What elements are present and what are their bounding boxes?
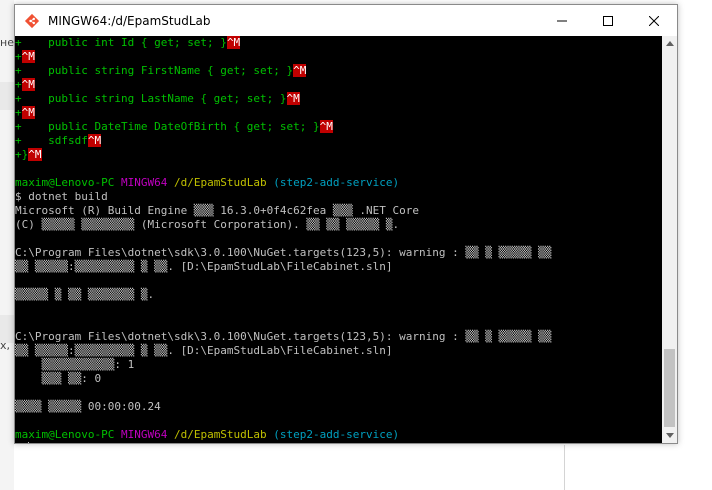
minimize-icon [557,20,567,21]
git-bash-icon [24,13,40,29]
scroll-up-button[interactable] [662,36,677,51]
prompt-env: MINGW64 [120,176,168,189]
prompt-path: /d/EpamStudLab [173,176,267,189]
vertical-scrollbar[interactable] [662,36,677,443]
diff-line: +^M [15,50,663,64]
diff-line: + public DateTime DateOfBirth { get; set… [15,120,663,134]
minimize-button[interactable] [539,5,585,36]
maximize-button[interactable] [585,5,631,36]
output-line: C:\Program Files\dotnet\sdk\3.0.100\NuGe… [15,246,552,259]
diff-code: public DateTime DateOfBirth { get; set; … [21,120,320,133]
scroll-thumb[interactable] [664,349,675,427]
diff-prefix: + [15,106,22,119]
carriage-return-marker: ^M [87,134,102,147]
carriage-return-marker: ^M [21,78,35,91]
diff-prefix: + [15,36,22,49]
output-line: ▒▒ ▒▒▒▒▒:▒▒▒▒▒▒▒▒▒ ▒ ▒▒. [D:\EpamStudLab… [15,260,393,273]
prompt-user: maxim@Lenovo-PC [15,176,115,189]
carriage-return-marker: ^M [21,50,35,63]
prompt-branch: (step2-add-service) [273,428,400,441]
diff-line: +^M [15,78,663,92]
prompt-user: maxim@Lenovo-PC [15,428,115,441]
diff-prefix: + [15,134,22,147]
maximize-icon [603,15,613,26]
carriage-return-marker: ^M [293,64,307,77]
diff-line: +^M [15,106,663,120]
output-line: ▒▒▒ ▒▒: 0 [15,372,102,385]
carriage-return-marker: ^M [319,120,333,133]
prompt-branch: (step2-add-service) [273,176,400,189]
diff-line: + public int Id { get; set; }^M [15,36,663,50]
close-button[interactable] [631,5,677,36]
terminal-window[interactable]: MINGW64:/d/EpamStudLab + public int Id {… [14,4,678,444]
prompt-line: maxim@Lenovo-PC MINGW64 /d/EpamStudLab (… [15,428,663,442]
output-line: ▒▒▒▒▒▒▒▒▒▒▒: 1 [15,358,135,371]
diff-code: sdfsdf [21,134,88,147]
background-app-panel: не x, [0,0,14,490]
close-icon [649,15,659,26]
diff-prefix: + [15,78,22,91]
diff-block: + public int Id { get; set; }^M +^M + publ… [15,36,663,162]
carriage-return-marker: ^M [286,92,300,105]
input-line[interactable]: $ [15,442,663,443]
diff-prefix: + [15,50,22,63]
title-bar[interactable]: MINGW64:/d/EpamStudLab [15,5,677,36]
window-title: MINGW64:/d/EpamStudLab [48,13,211,28]
carriage-return-marker: ^M [21,106,35,119]
diff-prefix: + [15,64,22,77]
carriage-return-marker: ^M [28,148,42,161]
output-line: Microsoft (R) Build Engine ▒▒▒ 16.3.0+0f… [15,204,419,217]
output-line: C:\Program Files\dotnet\sdk\3.0.100\NuGe… [15,330,552,343]
carriage-return-marker: ^M [226,36,241,49]
output-line: (C) ▒▒▒▒▒ ▒▒▒▒▒▒▒▒ (Microsoft Corporatio… [15,218,400,231]
diff-prefix: + [15,92,22,105]
chevron-up-icon [665,41,674,46]
diff-line: + public string LastName { get; set; }^M [15,92,663,106]
diff-code: public int Id { get; set; } [21,36,227,49]
prompt-env: MINGW64 [120,428,168,441]
output-line: ▒▒▒▒ ▒▒▒▒▒ 00:00:00.24 [15,400,161,413]
input-prompt: $ [15,442,28,443]
diff-line: + public string FirstName { get; set; }^… [15,64,663,78]
scroll-down-button[interactable] [662,428,677,443]
diff-prefix: + [15,120,22,133]
diff-prefix: + [15,148,22,161]
command-line: $ dotnet build [15,190,108,203]
background-divider [564,445,565,490]
background-text: не [0,36,14,49]
background-text: x, [0,339,11,352]
chevron-down-icon [665,433,674,438]
diff-code: public string LastName { get; set; } [21,92,287,105]
prompt-line: maxim@Lenovo-PC MINGW64 /d/EpamStudLab (… [15,176,663,190]
text-cursor [28,442,30,443]
output-line: ▒▒ ▒▒▒▒▒:▒▒▒▒▒▒▒▒▒ ▒ ▒▒. [D:\EpamStudLab… [15,344,393,357]
prompt-path: /d/EpamStudLab [173,428,267,441]
diff-line: + sdfsdf^M [15,134,663,148]
build-output: Microsoft (R) Build Engine ▒▒▒ 16.3.0+0f… [15,204,663,428]
terminal-output[interactable]: + public int Id { get; set; }^M +^M + publ… [15,36,663,443]
background-stripe [0,82,14,110]
diff-line: +}^M [15,148,663,162]
output-line: ▒▒▒▒▒ ▒ ▒▒ ▒▒▒▒▒▒▒ ▒. [15,288,155,301]
diff-code: public string FirstName { get; set; } [21,64,294,77]
